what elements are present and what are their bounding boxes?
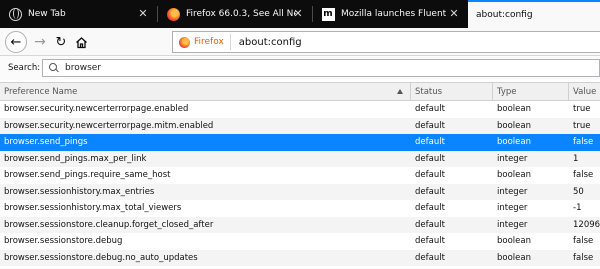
status-cell: default bbox=[415, 252, 445, 263]
status-cell: default bbox=[415, 153, 445, 164]
preference-name-cell: browser.sessionhistory.max_entries bbox=[4, 186, 155, 197]
type-cell: boolean bbox=[497, 170, 531, 180]
status-cell: default bbox=[415, 236, 445, 246]
value-cell: false bbox=[573, 252, 594, 263]
table-row[interactable]: browser.send_pings default boolean false bbox=[0, 134, 600, 151]
type-cell: integer bbox=[497, 203, 528, 213]
navigation-toolbar: ← → ↻ Firefox about:config bbox=[0, 28, 600, 56]
table-row[interactable]: browser.security.newcerterrorpage.enable… bbox=[0, 101, 600, 118]
tab-about-config[interactable]: about:config bbox=[468, 0, 600, 28]
preference-name-cell: browser.security.newcerterrorpage.enable… bbox=[4, 104, 189, 114]
status-cell: default bbox=[415, 170, 445, 180]
type-cell: integer bbox=[497, 186, 528, 197]
status-cell: default bbox=[415, 219, 445, 230]
home-icon bbox=[75, 36, 87, 48]
value-cell: 120960 bbox=[573, 219, 600, 230]
column-header-preference-name[interactable]: Preference Name bbox=[0, 83, 411, 101]
table-row[interactable]: browser.send_pings.require_same_host defa… bbox=[0, 167, 600, 184]
preference-name-cell: browser.sessionstore.debug bbox=[4, 236, 123, 246]
table-row[interactable]: browser.sessionhistory.max_entries defaul… bbox=[0, 183, 600, 200]
status-cell: default bbox=[415, 186, 445, 197]
url-bar[interactable]: Firefox about:config bbox=[172, 31, 600, 53]
search-label: Search: bbox=[8, 63, 41, 73]
sort-ascending-icon bbox=[397, 89, 403, 94]
firefox-icon bbox=[179, 36, 190, 48]
preference-name-cell: browser.sessionhistory.max_total_viewers bbox=[4, 203, 182, 213]
m-logo-icon: m bbox=[321, 7, 335, 21]
status-cell: default bbox=[415, 120, 445, 131]
value-cell: 1 bbox=[573, 153, 579, 164]
preference-name-cell: browser.send_pings.max_per_link bbox=[4, 153, 147, 164]
preference-name-cell: browser.send_pings.require_same_host bbox=[4, 170, 171, 180]
close-icon[interactable]: ✕ bbox=[292, 8, 304, 20]
table-row[interactable]: browser.sessionstore.cleanup.forget_clos… bbox=[0, 216, 600, 233]
tab-title: New Tab bbox=[28, 9, 66, 19]
reload-icon: ↻ bbox=[55, 34, 67, 50]
identity-box[interactable]: Firefox bbox=[173, 34, 231, 50]
value-cell: false bbox=[573, 170, 594, 180]
url-text[interactable]: about:config bbox=[231, 37, 302, 48]
tab-firefox-features[interactable]: Firefox 66.0.3, See All New Features ✕ bbox=[158, 0, 312, 28]
home-button[interactable] bbox=[72, 31, 90, 53]
preference-name-cell: browser.sessionstore.cleanup.forget_clos… bbox=[4, 219, 214, 230]
table-row[interactable]: browser.send_pings.max_per_link default in… bbox=[0, 150, 600, 167]
close-icon[interactable]: ✕ bbox=[137, 8, 149, 20]
tab-mozilla-fluent[interactable]: m Mozilla launches Fluent 1.0 to make ✕ bbox=[313, 0, 468, 28]
tab-title: Firefox 66.0.3, See All New Features bbox=[186, 9, 296, 19]
type-cell: integer bbox=[497, 153, 528, 164]
search-input[interactable]: browser bbox=[42, 59, 600, 77]
table-header: Preference Name Status Type Value bbox=[0, 82, 600, 101]
back-button[interactable]: ← bbox=[4, 31, 28, 53]
column-header-type[interactable]: Type bbox=[493, 83, 569, 101]
tab-strip: New Tab ✕ Firefox 66.0.3, See All New Fe… bbox=[0, 0, 600, 28]
type-cell: integer bbox=[497, 219, 528, 230]
table-row[interactable]: browser.sessionstore.debug default boolean… bbox=[0, 233, 600, 250]
value-cell: 50 bbox=[573, 186, 584, 197]
firefox-icon bbox=[166, 7, 180, 21]
type-cell: boolean bbox=[497, 137, 531, 147]
type-cell: boolean bbox=[497, 252, 531, 263]
value-cell: true bbox=[573, 120, 591, 131]
search-value[interactable]: browser bbox=[65, 63, 101, 73]
close-icon[interactable]: ✕ bbox=[448, 8, 460, 20]
status-cell: default bbox=[415, 104, 445, 114]
table-row[interactable]: browser.sessionhistory.max_total_viewers… bbox=[0, 200, 600, 217]
type-cell: boolean bbox=[497, 120, 531, 131]
preferences-table: Preference Name Status Type Value browse… bbox=[0, 82, 600, 269]
search-icon bbox=[49, 63, 59, 73]
tab-new-tab[interactable]: New Tab ✕ bbox=[0, 0, 157, 28]
type-cell: boolean bbox=[497, 236, 531, 246]
column-header-value[interactable]: Value bbox=[569, 83, 600, 101]
tab-title: about:config bbox=[476, 10, 533, 20]
search-row: Search: browser bbox=[0, 56, 600, 80]
globe-icon bbox=[8, 7, 22, 21]
table-row[interactable]: browser.sessionstore.debug.no_auto_updat… bbox=[0, 249, 600, 266]
preference-name-cell: browser.send_pings bbox=[4, 137, 88, 147]
reload-button[interactable]: ↻ bbox=[52, 31, 70, 53]
forward-button[interactable]: → bbox=[30, 31, 50, 53]
column-header-status[interactable]: Status bbox=[411, 83, 493, 101]
value-cell: false bbox=[573, 236, 594, 246]
identity-label: Firefox bbox=[194, 37, 224, 47]
value-cell: -1 bbox=[573, 203, 582, 213]
tab-title: Mozilla launches Fluent 1.0 to make bbox=[341, 9, 449, 19]
table-row[interactable]: browser.security.newcerterrorpage.mitm.e… bbox=[0, 117, 600, 134]
status-cell: default bbox=[415, 137, 445, 147]
preference-name-cell: browser.security.newcerterrorpage.mitm.e… bbox=[4, 120, 214, 131]
status-cell: default bbox=[415, 203, 445, 213]
forward-arrow-icon: → bbox=[34, 34, 46, 50]
back-arrow-icon: ← bbox=[5, 31, 27, 53]
type-cell: boolean bbox=[497, 104, 531, 114]
value-cell: false bbox=[573, 137, 594, 147]
value-cell: true bbox=[573, 104, 591, 114]
preference-name-cell: browser.sessionstore.debug.no_auto_updat… bbox=[4, 252, 198, 263]
